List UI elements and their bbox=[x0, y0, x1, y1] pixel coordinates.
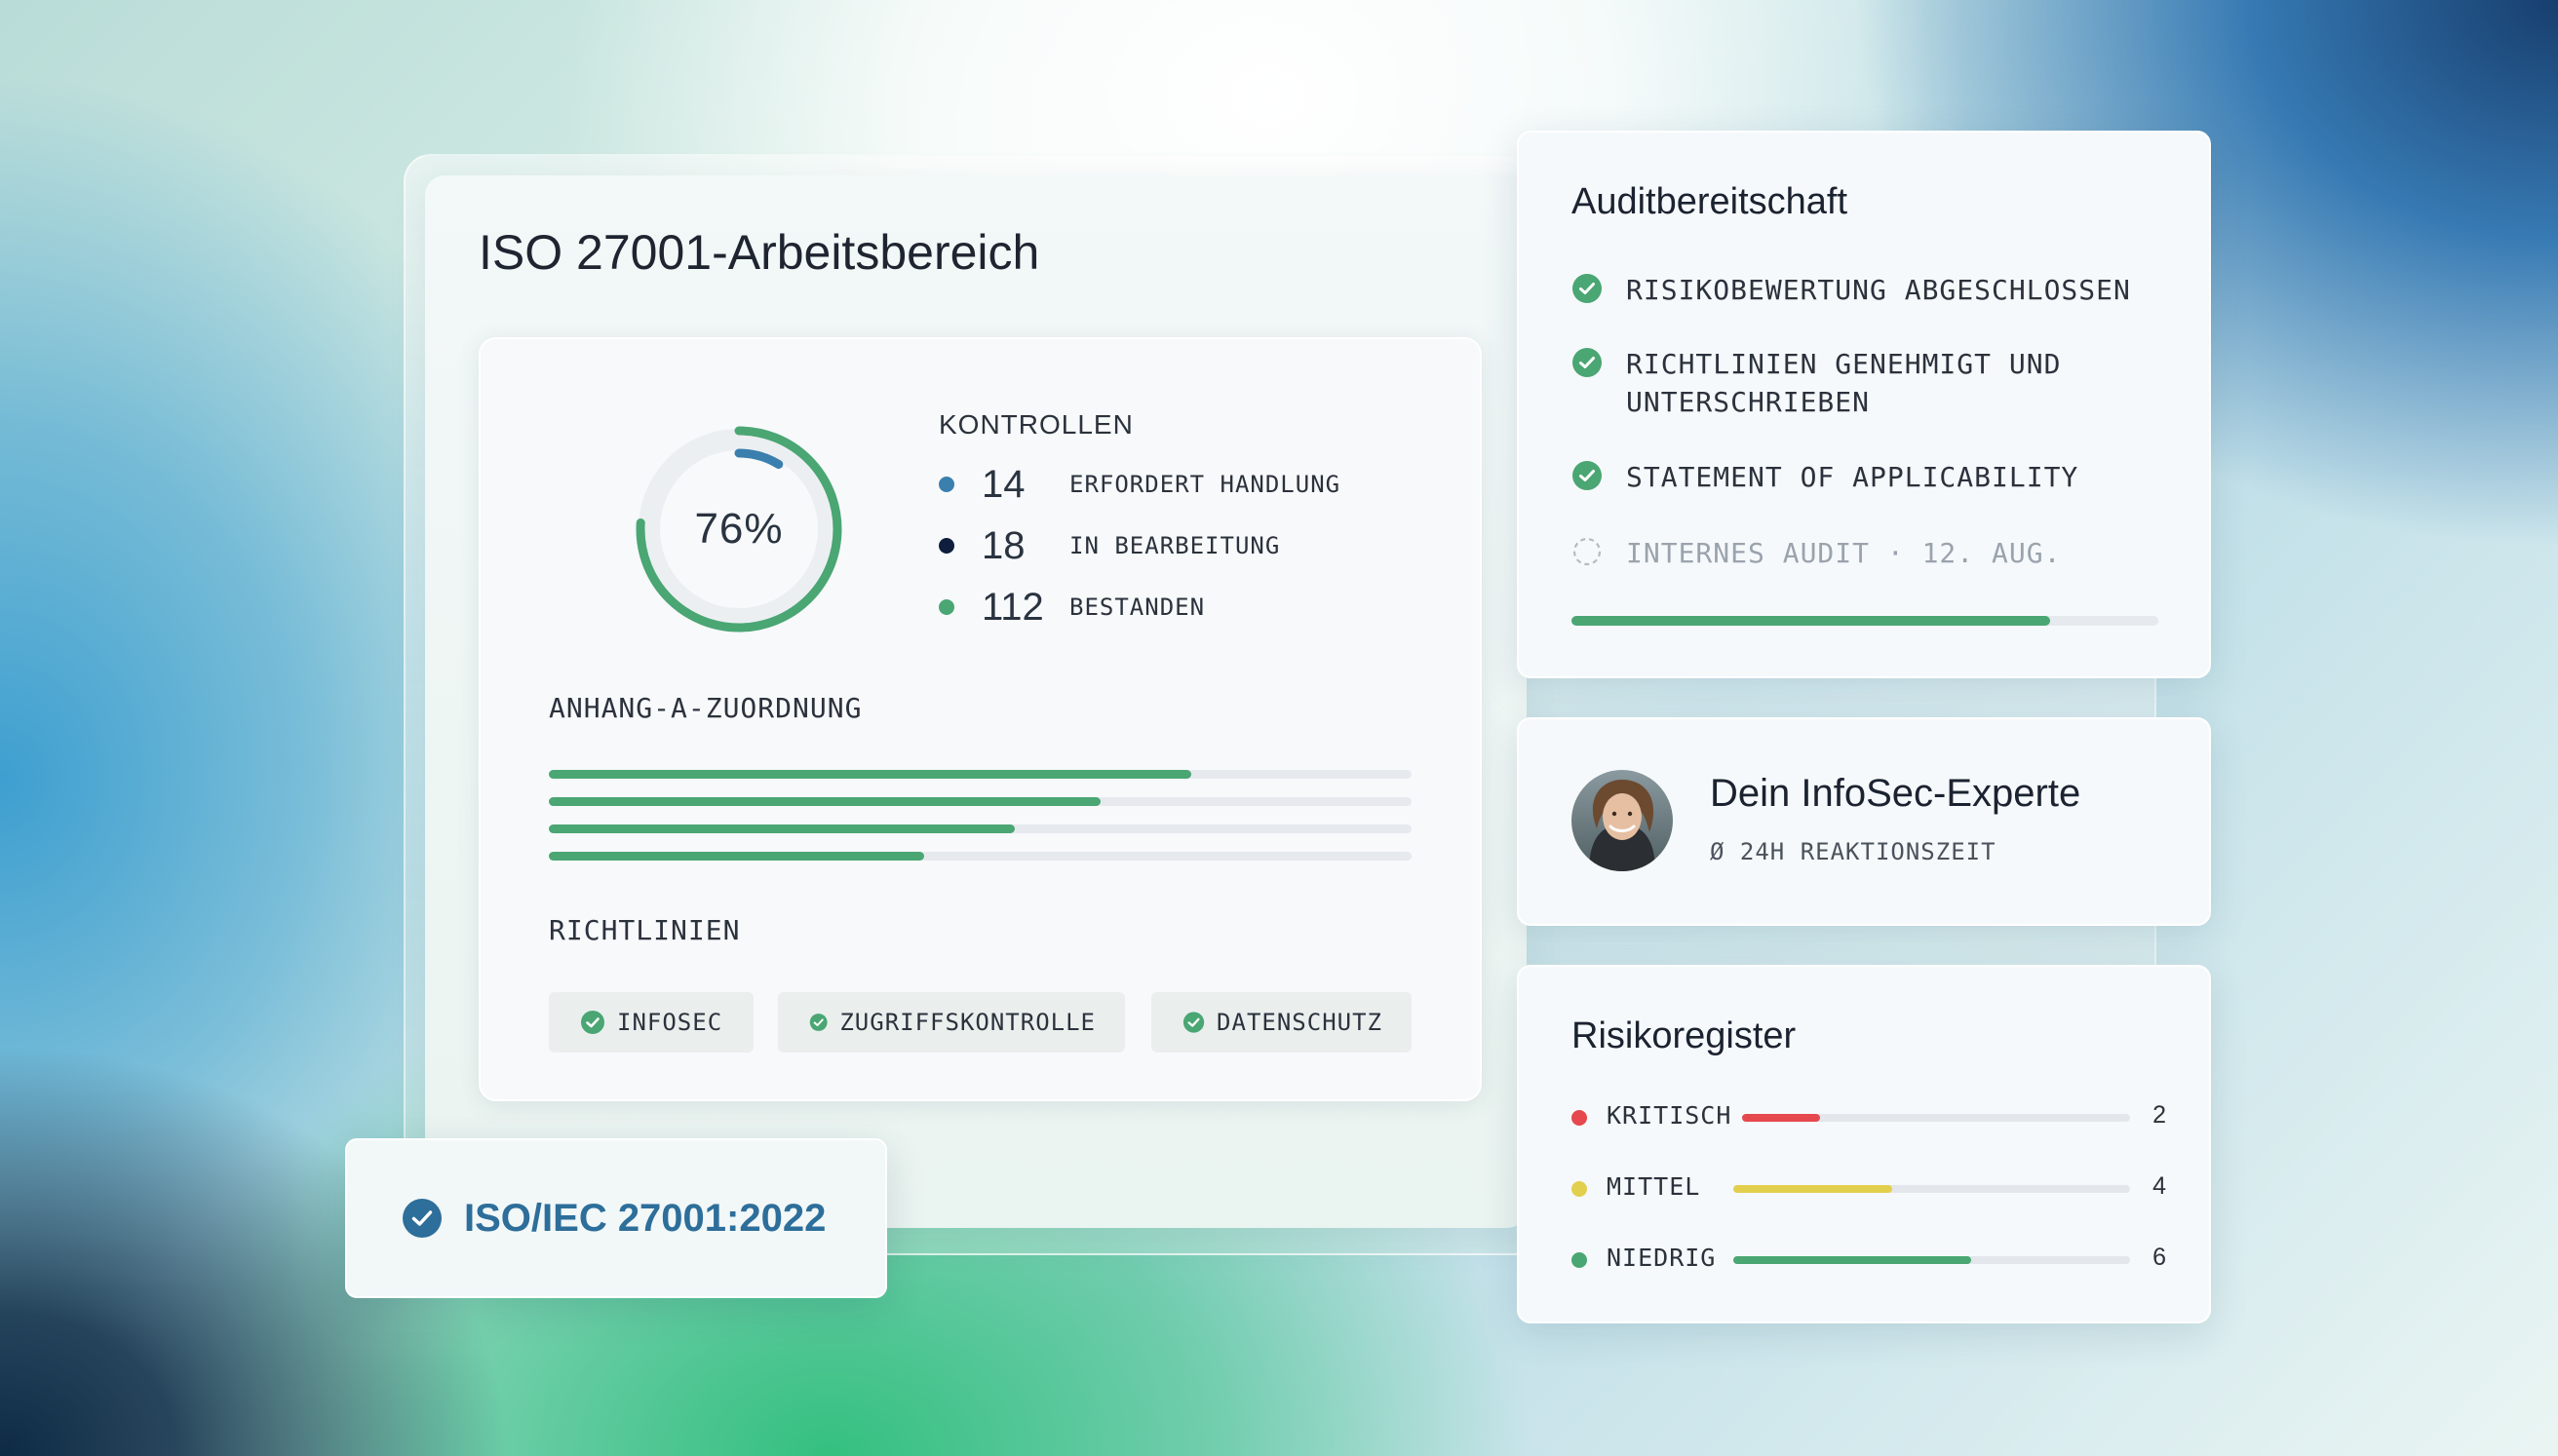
kontrolle-count: 14 bbox=[982, 462, 1026, 506]
avatar bbox=[1571, 770, 1673, 871]
risk-bar-fill bbox=[1733, 1185, 1892, 1193]
risk-title: Risikoregister bbox=[1571, 1015, 1797, 1056]
severity-dot-icon bbox=[1571, 1110, 1587, 1126]
kontrolle-label: IN BEARBEITUNG bbox=[1069, 532, 1281, 559]
risk-label: KRITISCH bbox=[1607, 1101, 1732, 1130]
pending-circle-icon bbox=[1572, 537, 1602, 566]
risk-bar bbox=[1733, 1185, 2130, 1193]
chip-label: INFOSEC bbox=[617, 1009, 723, 1036]
audit-item-label: INTERNES AUDIT · 12. AUG. bbox=[1626, 537, 2062, 569]
workspace-panel: ISO 27001-Arbeitsbereich 76% KONTROLLEN … bbox=[425, 175, 1527, 1228]
status-dot-icon bbox=[939, 538, 954, 554]
kontrolle-count: 18 bbox=[982, 523, 1026, 567]
severity-dot-icon bbox=[1571, 1181, 1587, 1197]
kontrolle-row-passed[interactable]: 112 BESTANDEN bbox=[939, 583, 1205, 632]
kontrolle-row-action[interactable]: 14 ERFORDERT HANDLUNG bbox=[939, 460, 1340, 509]
check-circle-icon bbox=[403, 1199, 442, 1238]
risk-row-low[interactable]: NIEDRIG 6 bbox=[1571, 1240, 2166, 1279]
audit-item-policies[interactable]: RICHTLINIEN GENEHMIGT UND UNTERSCHRIEBEN bbox=[1571, 345, 2172, 421]
anhang-bar bbox=[549, 824, 1412, 833]
risk-label: NIEDRIG bbox=[1607, 1244, 1717, 1272]
risk-count: 2 bbox=[2152, 1101, 2166, 1129]
anhang-bar bbox=[549, 797, 1412, 806]
anhang-bar-fill bbox=[549, 824, 1015, 833]
expert-panel[interactable]: Dein InfoSec-Experte Ø 24H REAKTIONSZEIT bbox=[1517, 717, 2211, 926]
iso-standard-label: ISO/IEC 27001:2022 bbox=[464, 1196, 827, 1240]
check-circle-icon bbox=[1572, 274, 1602, 303]
kontrolle-label: BESTANDEN bbox=[1069, 594, 1206, 621]
audit-item-label: STATEMENT OF APPLICABILITY bbox=[1626, 461, 2079, 493]
anhang-bar bbox=[549, 852, 1412, 861]
risk-bar-fill bbox=[1733, 1256, 1972, 1264]
kontrollen-heading: KONTROLLEN bbox=[939, 409, 1134, 440]
risk-row-medium[interactable]: MITTEL 4 bbox=[1571, 1169, 2166, 1207]
controls-card: 76% KONTROLLEN 14 ERFORDERT HANDLUNG 18 … bbox=[479, 337, 1482, 1101]
audit-item-internal[interactable]: INTERNES AUDIT · 12. AUG. bbox=[1571, 534, 2172, 572]
kontrolle-label: ERFORDERT HANDLUNG bbox=[1069, 471, 1341, 498]
risk-bar-fill bbox=[1742, 1114, 1820, 1122]
progress-percent: 76% bbox=[694, 505, 784, 553]
status-dot-icon bbox=[939, 477, 954, 492]
chip-label: ZUGRIFFSKONTROLLE bbox=[839, 1009, 1096, 1036]
audit-item-label: RICHTLINIEN GENEHMIGT UND UNTERSCHRIEBEN bbox=[1626, 348, 2062, 418]
severity-dot-icon bbox=[1571, 1252, 1587, 1268]
audit-item-risk[interactable]: RISIKOBEWERTUNG ABGESCHLOSSEN bbox=[1571, 271, 2172, 309]
risk-label: MITTEL bbox=[1607, 1172, 1701, 1201]
chip-zugriffskontrolle[interactable]: ZUGRIFFSKONTROLLE bbox=[778, 992, 1125, 1053]
check-circle-icon bbox=[1182, 1012, 1205, 1033]
check-circle-icon bbox=[1572, 348, 1602, 377]
anhang-heading: ANHANG-A-ZUORDNUNG bbox=[549, 692, 863, 724]
audit-progress-fill bbox=[1571, 616, 2050, 626]
check-circle-icon bbox=[581, 1011, 604, 1034]
kontrolle-count: 112 bbox=[982, 585, 1044, 629]
page-title: ISO 27001-Arbeitsbereich bbox=[479, 225, 1040, 280]
audit-progress-track bbox=[1571, 616, 2158, 626]
risk-count: 4 bbox=[2152, 1172, 2166, 1200]
check-circle-icon bbox=[809, 1014, 828, 1031]
anhang-bar-fill bbox=[549, 770, 1192, 779]
risk-bar bbox=[1733, 1256, 2130, 1264]
risk-bar bbox=[1742, 1114, 2130, 1122]
audit-readiness-panel: Auditbereitschaft RISIKOBEWERTUNG ABGESC… bbox=[1517, 131, 2211, 678]
anhang-bar-fill bbox=[549, 852, 924, 861]
audit-item-soa[interactable]: STATEMENT OF APPLICABILITY bbox=[1571, 458, 2172, 496]
chip-datenschutz[interactable]: DATENSCHUTZ bbox=[1151, 992, 1412, 1053]
iso-certification-badge[interactable]: ISO/IEC 27001:2022 bbox=[345, 1138, 887, 1298]
audit-title: Auditbereitschaft bbox=[1571, 181, 1848, 222]
chip-label: DATENSCHUTZ bbox=[1217, 1009, 1382, 1036]
risk-row-critical[interactable]: KRITISCH 2 bbox=[1571, 1097, 2166, 1136]
risk-register-panel: Risikoregister KRITISCH 2 MITTEL 4 NIEDR… bbox=[1517, 965, 2211, 1323]
status-dot-icon bbox=[939, 599, 954, 615]
anhang-bar-fill bbox=[549, 797, 1102, 806]
chip-infosec[interactable]: INFOSEC bbox=[549, 992, 754, 1053]
expert-title: Dein InfoSec-Experte bbox=[1710, 772, 2081, 815]
check-circle-icon bbox=[1572, 461, 1602, 490]
anhang-bar bbox=[549, 770, 1412, 779]
expert-response-time: Ø 24H REAKTIONSZEIT bbox=[1710, 838, 1996, 865]
richtlinien-heading: RICHTLINIEN bbox=[549, 914, 741, 946]
kontrolle-row-progress[interactable]: 18 IN BEARBEITUNG bbox=[939, 521, 1280, 570]
risk-count: 6 bbox=[2152, 1244, 2166, 1271]
audit-item-label: RISIKOBEWERTUNG ABGESCHLOSSEN bbox=[1626, 274, 2131, 306]
